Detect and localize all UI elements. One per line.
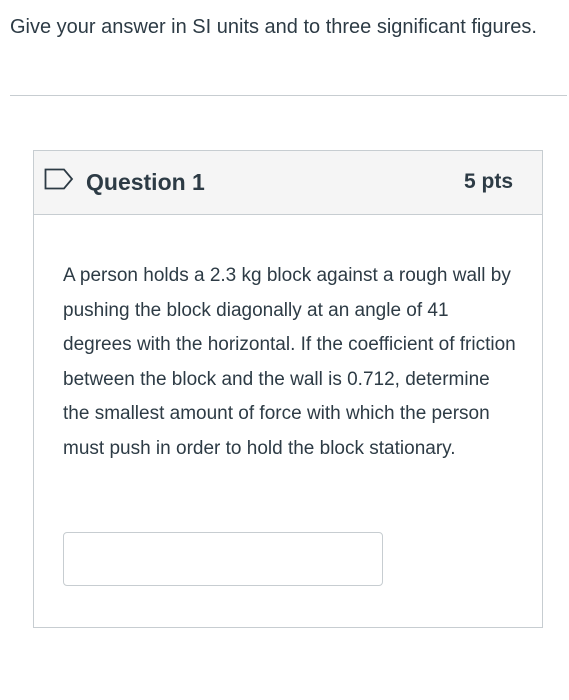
instructions-text: Give your answer in SI units and to thre… [10, 16, 537, 38]
question-points: 5 pts [463, 170, 513, 193]
flag-bookmark-icon[interactable] [44, 168, 74, 190]
question-text: A person holds a 2.3 kg block against a … [63, 265, 516, 459]
section-divider [10, 95, 567, 96]
question-card: Question 1 5 pts A person holds a 2.3 kg… [33, 150, 543, 628]
question-header: Question 1 5 pts [34, 151, 542, 215]
answer-input[interactable] [63, 532, 383, 586]
question-title: Question 1 [86, 169, 205, 195]
